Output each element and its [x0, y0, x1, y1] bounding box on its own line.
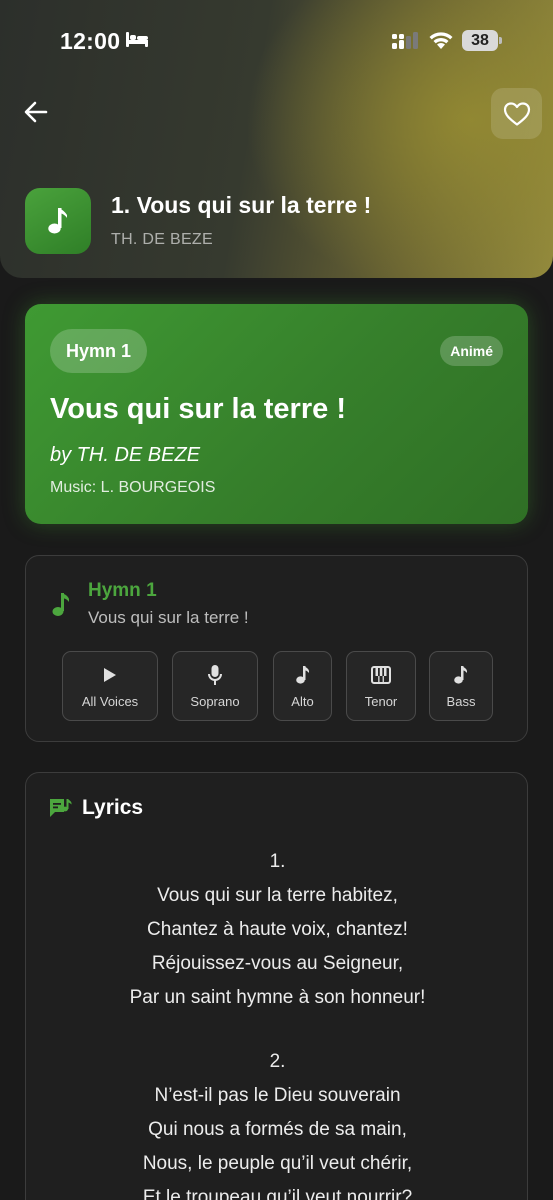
lyric-line: Nous, le peuple qu’il veut chérir, [142, 1153, 413, 1174]
lyric-line: Vous qui sur la terre habitez, [157, 885, 398, 906]
stanza-number: 2. [269, 1051, 286, 1072]
wifi-icon [428, 30, 454, 55]
hymn-music-credit: Music: L. BOURGEOIS [50, 479, 216, 496]
lyric-line: Et le troupeau qu’il veut nourrir? [142, 1187, 413, 1200]
lyrics-body: 1. Vous qui sur la terre habitez, Chante… [26, 845, 527, 1200]
piano-icon [371, 664, 391, 686]
voice-label: All Voices [81, 693, 139, 709]
hymn-app-icon [25, 188, 91, 254]
hymn-card: Hymn 1 Animé Vous qui sur la terre ! by … [25, 304, 528, 524]
hymn-author: by TH. DE BEZE [50, 444, 201, 466]
voice-label: Bass [446, 693, 476, 709]
voice-label: Alto [291, 693, 314, 709]
lyrics-card: Lyrics 1. Vous qui sur la terre habitez,… [25, 772, 528, 1200]
back-button[interactable] [18, 94, 54, 130]
signal-icon [392, 32, 420, 55]
heart-icon [503, 101, 530, 126]
bed-icon [125, 31, 149, 53]
lyric-line: Qui nous a formés de sa main, [148, 1119, 407, 1140]
lyric-line: Chantez à haute voix, chantez! [147, 919, 408, 940]
lyric-line: Par un saint hymne à son honneur! [129, 987, 426, 1008]
play-icon [103, 664, 117, 686]
hymn-number-pill: Hymn 1 [50, 329, 148, 373]
audio-player-card: Hymn 1 Vous qui sur la terre ! All Voice… [25, 555, 528, 742]
music-note-icon [295, 664, 310, 686]
music-note-icon [52, 592, 70, 623]
page-title: 1. Vous qui sur la terre ! [111, 192, 372, 218]
back-arrow-icon [24, 101, 48, 123]
header: 12:00 38 1. Vous qui sur la terre ! TH. … [0, 0, 553, 278]
tenor-button[interactable]: Tenor [346, 651, 416, 721]
all-voices-button[interactable]: All Voices [62, 651, 158, 721]
voice-label: Tenor [364, 693, 398, 709]
player-subtitle: Vous qui sur la terre ! [88, 608, 249, 627]
stanza-gap [26, 1015, 527, 1045]
alto-button[interactable]: Alto [273, 651, 332, 721]
anime-badge: Animé [440, 336, 503, 366]
music-note-icon [48, 208, 67, 234]
lyric-line: Réjouissez-vous au Seigneur, [151, 953, 404, 974]
lyrics-icon [48, 798, 72, 825]
battery-icon: 38 [462, 30, 498, 51]
page-author: TH. DE BEZE [111, 231, 213, 248]
battery-tip [499, 37, 502, 44]
lyrics-heading: Lyrics [82, 796, 144, 819]
music-note-icon [454, 664, 468, 686]
status-time: 12:00 [60, 28, 121, 54]
hymn-title: Vous qui sur la terre ! [50, 393, 346, 425]
microphone-icon [207, 664, 223, 686]
soprano-button[interactable]: Soprano [172, 651, 258, 721]
player-hymn-label: Hymn 1 [88, 580, 157, 601]
stanza-number: 1. [269, 851, 286, 872]
lyric-line: N’est-il pas le Dieu souverain [154, 1085, 401, 1106]
favorite-button[interactable] [491, 88, 542, 139]
bass-button[interactable]: Bass [429, 651, 493, 721]
status-bar: 12:00 38 [0, 0, 553, 80]
voice-label: Soprano [190, 693, 240, 709]
